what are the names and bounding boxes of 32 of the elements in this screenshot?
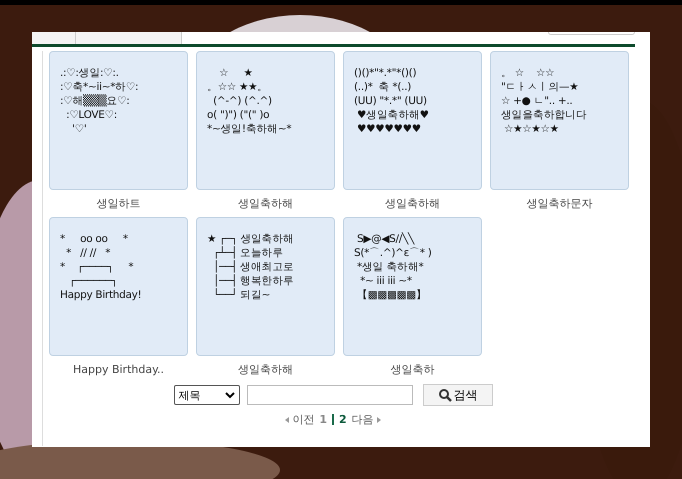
text-art: ★ ┌─┐ 생일축하해 ┌┴─┤ 오늘하루 │──┤ 생애최고로 │──┤ 행복한하루 └──┘ 되길~ xyxy=(207,232,295,302)
text-art-card[interactable]: ()()*"*.*"*()() (..)* 축 *(..) (UU) "*.*" (UU) ♥생일축하해♥ ♥♥♥♥♥♥♥ xyxy=(343,51,482,190)
search-type-select[interactable]: 제목 xyxy=(174,385,240,405)
page-link[interactable]: 2 xyxy=(339,413,347,426)
card-caption[interactable]: 생일축하 xyxy=(390,356,434,383)
search-icon xyxy=(438,388,452,402)
text-art-card[interactable]: 。 ☆ ☆☆ "ㄷㅏㅅㅣ의—★ ☆ +● ㄴ".. +.. 생일을축하합니다 ☆★☆★☆★ xyxy=(490,51,629,190)
text-art-card[interactable]: ★ ┌─┐ 생일축하해 ┌┴─┤ 오늘하루 │──┤ 생애최고로 │──┤ 행복한하루 └──┘ 되길~ xyxy=(196,217,335,356)
card-caption[interactable]: 생일축하해 xyxy=(385,190,440,217)
text-art: * oo oo * * // // * * ┌────┐ * ┌──────┐ Happy Birthday! xyxy=(60,232,142,302)
card-caption[interactable]: 생일하트 xyxy=(96,190,140,217)
caret-left-icon xyxy=(285,416,290,422)
text-art: .:♡:생일:♡:. :♡축*~ii~*하♡: :♡해▒▒▒요♡: :♡LOVE♡: '♡' xyxy=(60,66,140,136)
card-caption[interactable]: 생일축하해 xyxy=(238,190,293,217)
card-caption[interactable]: 생일축하해 xyxy=(238,356,293,383)
chevron-down-icon xyxy=(224,392,234,398)
text-art-card[interactable]: * oo oo * * // // * * ┌────┐ * ┌──────┐ Happy Birthday! xyxy=(49,217,188,356)
text-art: S▶@◀S//╲╲ S(*⌒.^)^ε⌒* ) *생일 축하해* *~ iii iii ~* 【▩▩▩▩▩】 xyxy=(354,232,433,302)
text-art-card[interactable]: ☆ ★ 。☆☆ ★★。 (^-^) (^.^) o( ")") ("(" )o *~생일!축하해~* xyxy=(196,51,335,190)
text-art-card[interactable]: S▶@◀S//╲╲ S(*⌒.^)^ε⌒* ) *생일 축하해* *~ iii iii ~* 【▩▩▩▩▩】 xyxy=(343,217,482,356)
text-art: ()()*"*.*"*()() (..)* 축 *(..) (UU) "*.*" (UU) ♥생일축하해♥ ♥♥♥♥♥♥♥ xyxy=(354,66,430,136)
card-caption[interactable]: Happy Birthday.. xyxy=(72,356,164,383)
page-link[interactable]: 1 xyxy=(319,413,327,426)
prev-link[interactable]: 이전 xyxy=(285,412,314,427)
caret-right-icon xyxy=(376,416,381,422)
text-art: ☆ ★ 。☆☆ ★★。 (^-^) (^.^) o( ")") ("(" )o *~생일!축하해~* xyxy=(207,66,292,136)
search-field[interactable] xyxy=(246,385,412,405)
card-caption[interactable]: 생일축하문자 xyxy=(526,190,592,217)
text-art: 。 ☆ ☆☆ "ㄷㅏㅅㅣ의—★ ☆ +● ㄴ".. +.. 생일을축하합니다 ☆★☆★☆★ xyxy=(501,66,588,136)
search-button[interactable]: 검색 xyxy=(422,384,492,406)
text-art-card[interactable]: .:♡:생일:♡:. :♡축*~ii~*하♡: :♡해▒▒▒요♡: :♡LOVE♡: '♡' xyxy=(49,51,188,190)
next-link[interactable]: 다음 xyxy=(352,412,381,427)
